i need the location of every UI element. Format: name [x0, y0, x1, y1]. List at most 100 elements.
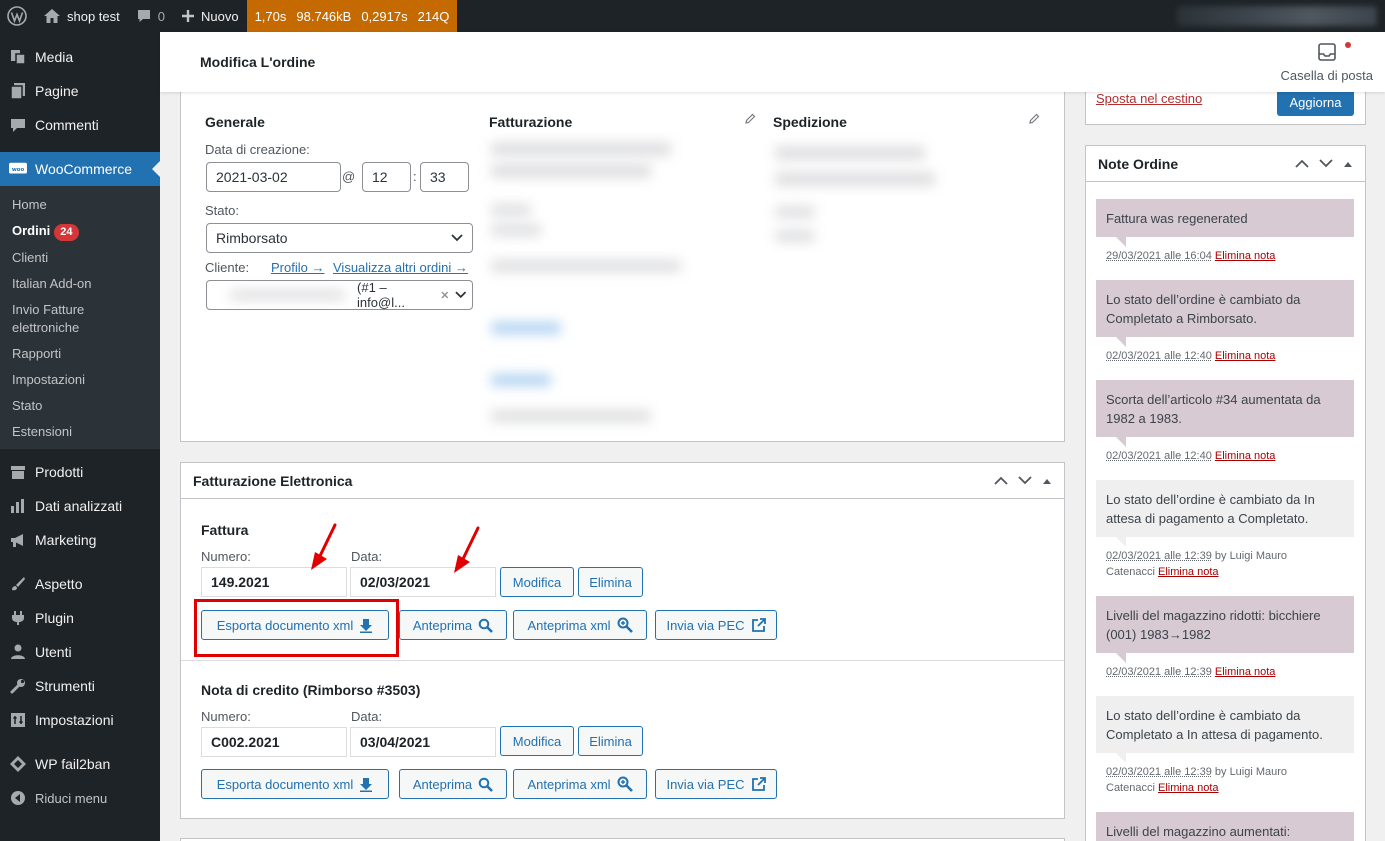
- toggle-panel-icon[interactable]: [1042, 477, 1052, 485]
- note-text: Lo stato dell’ordine è cambiato da Compl…: [1106, 292, 1301, 326]
- credit-edit-button[interactable]: Modifica: [500, 726, 574, 756]
- credit-preview-xml-button[interactable]: Anteprima xml: [513, 769, 647, 799]
- site-name-link[interactable]: shop test: [35, 0, 128, 32]
- shield-icon: [9, 755, 27, 773]
- toggle-panel-icon[interactable]: [1343, 160, 1353, 168]
- delete-note-link[interactable]: Elimina nota: [1158, 782, 1219, 794]
- move-up-icon[interactable]: [1295, 159, 1309, 168]
- note-tail: [1116, 437, 1126, 447]
- order-note: Livelli del magazzino aumentati:: [1096, 812, 1354, 841]
- update-button[interactable]: Aggiorna: [1277, 88, 1354, 116]
- submenu-settings[interactable]: Impostazioni: [0, 367, 160, 393]
- invoice-export-xml-button[interactable]: Esporta documento xml: [201, 610, 389, 640]
- credit-preview-label: Anteprima: [412, 776, 473, 792]
- invoice-delete-label: Elimina: [589, 574, 632, 590]
- note-tail: [1116, 537, 1126, 547]
- inbox-button[interactable]: Casella di posta: [1281, 42, 1373, 83]
- submenu-home[interactable]: Home: [0, 192, 160, 218]
- menu-comments[interactable]: Commenti: [0, 108, 160, 142]
- move-up-icon[interactable]: [994, 476, 1008, 485]
- invoice-preview-xml-button[interactable]: Anteprima xml: [513, 610, 647, 640]
- note-meta: 02/03/2021 alle 12:39 Elimina nota: [1106, 664, 1356, 680]
- menu-fail2ban[interactable]: WP fail2ban: [0, 747, 160, 781]
- annotation-arrow-date: [454, 526, 480, 573]
- collapse-icon: [9, 789, 27, 807]
- credit-export-xml-button[interactable]: Esporta documento xml: [201, 769, 389, 799]
- note-author-surname: Catenacci: [1106, 782, 1155, 794]
- invoice-delete-button[interactable]: Elimina: [578, 567, 643, 597]
- submenu-status[interactable]: Stato: [0, 393, 160, 419]
- other-orders-link[interactable]: Visualizza altri ordini →: [333, 260, 468, 275]
- menu-appearance[interactable]: Aspetto: [0, 567, 160, 601]
- credit-number-input[interactable]: C002.2021: [201, 727, 347, 757]
- new-content-link[interactable]: Nuovo: [173, 0, 247, 32]
- plus-icon: [182, 10, 194, 22]
- submenu-customers[interactable]: Clienti: [0, 245, 160, 271]
- submenu-italian-addon[interactable]: Italian Add-on: [0, 271, 160, 297]
- billing-address-blurred-3: [491, 204, 531, 216]
- credit-preview-button[interactable]: Anteprima: [399, 769, 507, 799]
- hour-input[interactable]: 12: [362, 162, 411, 192]
- menu-products[interactable]: Prodotti: [0, 455, 160, 489]
- hour-value: 12: [372, 169, 388, 185]
- new-label: Nuovo: [201, 8, 239, 24]
- collapse-menu[interactable]: Riduci menu: [0, 781, 160, 815]
- date-created-input[interactable]: 2021-03-02: [206, 162, 341, 192]
- note-meta: 29/03/2021 alle 16:04 Elimina nota: [1106, 248, 1356, 264]
- submenu-reports[interactable]: Rapporti: [0, 341, 160, 367]
- customer-select[interactable]: (#1 – info@l...: [206, 280, 473, 310]
- delete-note-link[interactable]: Elimina nota: [1215, 350, 1276, 362]
- site-name: shop test: [67, 8, 120, 24]
- move-down-icon[interactable]: [1018, 476, 1032, 485]
- wordpress-logo[interactable]: [0, 0, 35, 32]
- query-monitor[interactable]: 1,70s 98.746kB 0,2917s 214Q: [246, 0, 458, 32]
- clear-icon[interactable]: [441, 291, 449, 299]
- status-select[interactable]: Rimborsato: [206, 223, 473, 253]
- invoice-send-pec-button[interactable]: Invia via PEC: [655, 610, 777, 640]
- note-author: by Luigi Mauro: [1214, 550, 1288, 562]
- credit-delete-button[interactable]: Elimina: [578, 726, 643, 756]
- credit-send-pec-button[interactable]: Invia via PEC: [655, 769, 777, 799]
- search-icon: [478, 777, 494, 792]
- submenu-extensions[interactable]: Estensioni: [0, 419, 160, 445]
- menu-pages[interactable]: Pagine: [0, 74, 160, 108]
- menu-marketing-label: Marketing: [35, 532, 97, 548]
- inbox-icon: [1317, 43, 1336, 61]
- zoom-in-icon: [617, 776, 633, 792]
- menu-media[interactable]: Media: [0, 40, 160, 74]
- comments-link[interactable]: 0: [128, 0, 173, 32]
- edit-shipping-pencil-icon[interactable]: [1028, 113, 1040, 125]
- menu-users[interactable]: Utenti: [0, 635, 160, 669]
- credit-date-input[interactable]: 03/04/2021: [350, 727, 496, 757]
- wrench-icon: [9, 677, 27, 695]
- menu-plugins[interactable]: Plugin: [0, 601, 160, 635]
- note-tail: [1116, 753, 1126, 763]
- delete-note-link[interactable]: Elimina nota: [1215, 666, 1276, 678]
- invoice-edit-button[interactable]: Modifica: [500, 567, 574, 597]
- menu-analytics[interactable]: Dati analizzati: [0, 489, 160, 523]
- delete-note-link[interactable]: Elimina nota: [1158, 566, 1219, 578]
- delete-note-link[interactable]: Elimina nota: [1215, 450, 1276, 462]
- credit-date-label: Data:: [351, 709, 383, 724]
- menu-settings[interactable]: Impostazioni: [0, 703, 160, 737]
- move-down-icon[interactable]: [1319, 159, 1333, 168]
- invoice-preview-button[interactable]: Anteprima: [399, 610, 507, 640]
- customer-label: Cliente:: [205, 260, 250, 275]
- order-data-panel: Generale Data di creazione: 2021-03-02 @…: [180, 80, 1065, 442]
- menu-marketing[interactable]: Marketing: [0, 523, 160, 557]
- billing-email-blurred: [491, 322, 561, 334]
- page-title: Modifica L'ordine: [200, 54, 316, 70]
- submenu-send-einvoices[interactable]: Invio Fatture elettroniche: [0, 297, 120, 341]
- delete-note-link[interactable]: Elimina nota: [1215, 250, 1276, 262]
- edit-billing-pencil-icon[interactable]: [744, 113, 756, 125]
- admin-sidebar: Media Pagine Commenti woo WooCommerce Ho…: [0, 32, 160, 841]
- minute-input[interactable]: 33: [420, 162, 469, 192]
- account-blurred[interactable]: [1177, 6, 1377, 26]
- submenu-orders[interactable]: Ordini 24: [0, 218, 160, 245]
- move-to-trash-link[interactable]: Sposta nel cestino: [1096, 91, 1202, 106]
- svg-text:woo: woo: [12, 167, 25, 173]
- menu-tools[interactable]: Strumenti: [0, 669, 160, 703]
- menu-woocommerce[interactable]: woo WooCommerce: [0, 152, 160, 186]
- note-meta: 02/03/2021 alle 12:39 by Luigi Mauro Cate…: [1106, 548, 1356, 580]
- customer-profile-link[interactable]: Profilo →: [271, 260, 324, 275]
